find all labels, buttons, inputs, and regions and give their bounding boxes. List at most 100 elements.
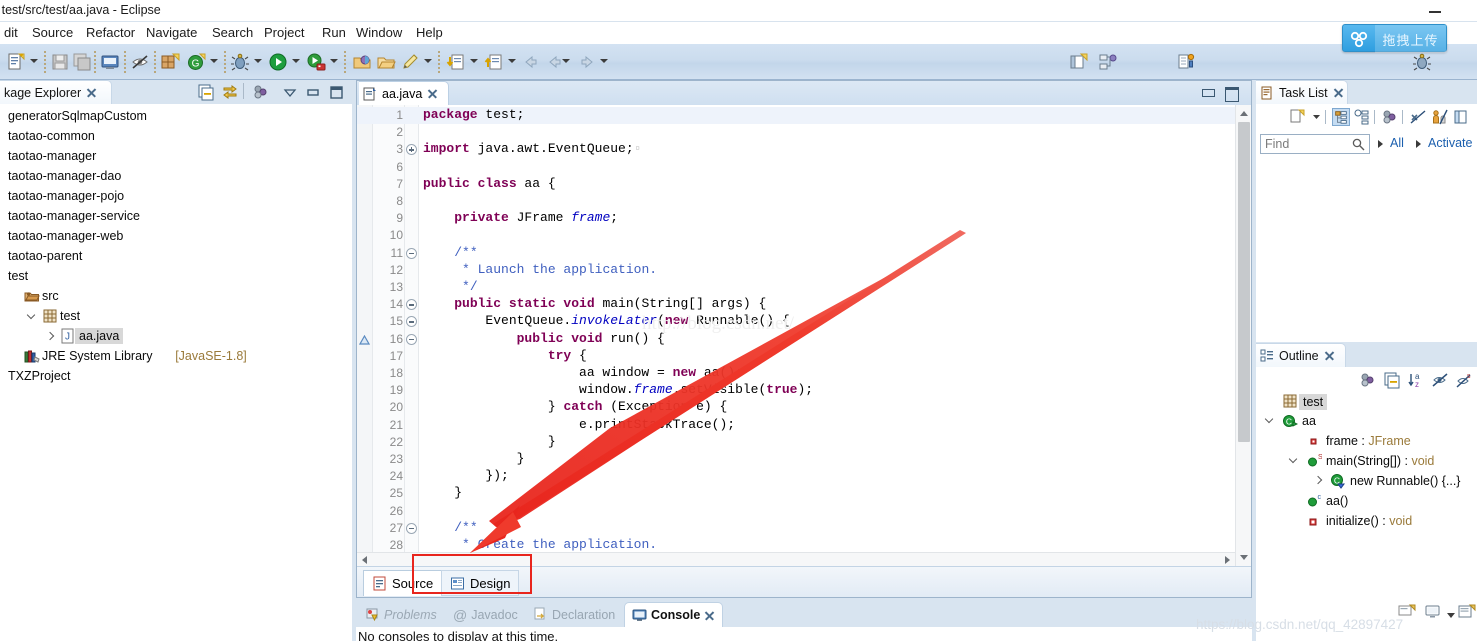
forward-icon[interactable] <box>578 52 598 72</box>
open-type-icon[interactable] <box>352 52 372 72</box>
outline-item[interactable]: Smain(String[]) : void <box>1256 451 1477 471</box>
new-annotation-dropdown-icon[interactable] <box>424 59 432 65</box>
close-icon[interactable] <box>704 610 715 621</box>
collapse-icon[interactable] <box>1409 108 1427 126</box>
outline-item[interactable]: Cnew Runnable() {...} <box>1256 471 1477 491</box>
tab-aa-java[interactable]: aa.java <box>359 81 449 105</box>
new-wizard-icon[interactable] <box>6 52 26 72</box>
close-icon[interactable] <box>1324 350 1335 361</box>
task-activate-link[interactable]: Activate <box>1428 136 1472 150</box>
focus-icon[interactable] <box>1359 371 1377 389</box>
maximize-icon[interactable] <box>327 83 345 101</box>
previous-annotation-icon[interactable] <box>484 52 504 72</box>
save-icon[interactable] <box>50 52 70 72</box>
menu-item-help[interactable]: Help <box>412 24 447 41</box>
display-selected-console-icon[interactable] <box>1424 604 1442 620</box>
new-console-view-icon[interactable] <box>1458 604 1476 620</box>
new-task-icon[interactable] <box>1288 108 1306 126</box>
run-last-tool-icon[interactable]: G <box>186 52 206 72</box>
tree-item[interactable]: Jaa.java <box>0 326 352 346</box>
warning-marker-icon[interactable] <box>358 334 371 345</box>
chevron-right-icon[interactable] <box>1314 476 1324 486</box>
tab-source[interactable]: Source <box>363 570 443 596</box>
tree-item[interactable]: taotao-manager <box>0 146 352 166</box>
scroll-up-icon[interactable] <box>1236 105 1252 122</box>
tree-item[interactable]: taotao-manager-web <box>0 226 352 246</box>
scroll-right-icon[interactable] <box>1221 553 1235 566</box>
minimize-icon[interactable] <box>1200 86 1216 100</box>
tree-item[interactable]: taotao-common <box>0 126 352 146</box>
package-explorer-tree[interactable]: generatorSqlmapCustom taotao-common taotao… <box>0 106 352 641</box>
hide-fields-icon[interactable] <box>1431 371 1449 389</box>
run-external-dropdown-icon[interactable] <box>330 59 338 65</box>
back-icon[interactable] <box>520 52 540 72</box>
menu-item-search[interactable]: Search <box>208 24 257 41</box>
dropdown-icon[interactable] <box>1308 108 1326 126</box>
hide-static-icon[interactable]: s <box>1455 371 1473 389</box>
save-all-icon[interactable] <box>72 52 92 72</box>
scroll-left-icon[interactable] <box>357 553 371 566</box>
open-resource-icon[interactable] <box>376 52 396 72</box>
collapse-all-icon[interactable] <box>197 83 215 101</box>
tree-item[interactable]: test <box>0 266 352 286</box>
scrollbar-thumb[interactable] <box>1238 122 1250 442</box>
menu-item-window[interactable]: Window <box>352 24 406 41</box>
menu-item-dit[interactable]: dit <box>0 24 22 41</box>
scheduled-mode-icon[interactable] <box>1353 108 1371 126</box>
outline-tree[interactable]: test Caa frame : JFrame Smain(String[]) : v… <box>1256 391 1477 641</box>
tree-item[interactable]: src <box>0 286 352 306</box>
maximize-icon[interactable] <box>1223 86 1239 102</box>
outline-item[interactable]: c aa() <box>1256 491 1477 511</box>
next-annotation-dropdown-icon[interactable] <box>470 59 478 65</box>
sort-icon[interactable]: a z <box>1407 371 1425 389</box>
fold-collapse-icon[interactable] <box>406 522 417 534</box>
view-filter-icon[interactable] <box>252 83 270 101</box>
person-icon[interactable] <box>1430 108 1448 126</box>
tab-package-explorer[interactable]: kage Explorer <box>0 80 112 104</box>
editor-vertical-scrollbar[interactable] <box>1235 105 1251 566</box>
fold-collapse-icon[interactable] <box>406 333 417 345</box>
new-java-package-icon[interactable] <box>160 52 180 72</box>
chevron-down-icon[interactable] <box>1266 416 1276 426</box>
forward-dropdown-icon[interactable] <box>600 59 608 65</box>
outline-item[interactable]: frame : JFrame <box>1256 431 1477 451</box>
menu-item-run[interactable]: Run <box>318 24 350 41</box>
close-icon[interactable] <box>86 87 97 98</box>
scroll-down-icon[interactable] <box>1236 549 1252 566</box>
link-with-editor-icon[interactable] <box>221 83 239 101</box>
outline-item[interactable]: initialize() : void <box>1256 511 1477 531</box>
categorized-mode-icon[interactable] <box>1332 108 1350 126</box>
tab-javadoc[interactable]: @ Javadoc <box>446 602 525 627</box>
drag-drop-upload-badge[interactable]: 拖拽上传 <box>1342 24 1447 53</box>
open-perspective-icon[interactable] <box>1068 52 1088 72</box>
search-icon[interactable] <box>1352 138 1365 151</box>
debug-icon[interactable] <box>230 52 250 72</box>
previous-annotation-dropdown-icon[interactable] <box>508 59 516 65</box>
toggle-mark-occurrences-icon[interactable] <box>130 52 150 72</box>
team-sync-perspective-icon[interactable] <box>1176 52 1196 72</box>
menu-item-refactor[interactable]: Refactor <box>82 24 139 41</box>
code-surface[interactable]: 1 package test; 2 3 import java.awt.EventQue… <box>357 105 1251 566</box>
tree-item[interactable]: TXZProject <box>0 366 352 386</box>
print-icon[interactable] <box>100 52 120 72</box>
collapse-all-icon[interactable] <box>1383 371 1401 389</box>
menu-item-source[interactable]: Source <box>28 24 77 41</box>
focus-icon[interactable] <box>1381 108 1399 126</box>
menu-item-project[interactable]: Project <box>260 24 308 41</box>
next-annotation-icon[interactable] <box>446 52 466 72</box>
outline-item[interactable]: Caa <box>1256 411 1477 431</box>
close-icon[interactable] <box>1333 87 1344 98</box>
back-dropdown-icon[interactable] <box>562 59 570 65</box>
tree-item[interactable]: generatorSqlmapCustom <box>0 106 352 126</box>
task-filter-all[interactable]: All <box>1390 136 1404 150</box>
window-minimize-button[interactable] <box>1423 2 1449 18</box>
tree-item[interactable]: taotao-manager-pojo <box>0 186 352 206</box>
tab-problems[interactable]: Problems <box>358 602 444 627</box>
chevron-down-icon[interactable] <box>26 309 40 323</box>
run-last-tool-dropdown-icon[interactable] <box>210 59 218 65</box>
new-wizard-dropdown-icon[interactable] <box>30 59 38 65</box>
java-ee-perspective-icon[interactable] <box>1098 52 1118 72</box>
tree-item[interactable]: taotao-manager-service <box>0 206 352 226</box>
tab-task-list[interactable]: Task List <box>1256 80 1348 104</box>
menu-item-navigate[interactable]: Navigate <box>142 24 201 41</box>
